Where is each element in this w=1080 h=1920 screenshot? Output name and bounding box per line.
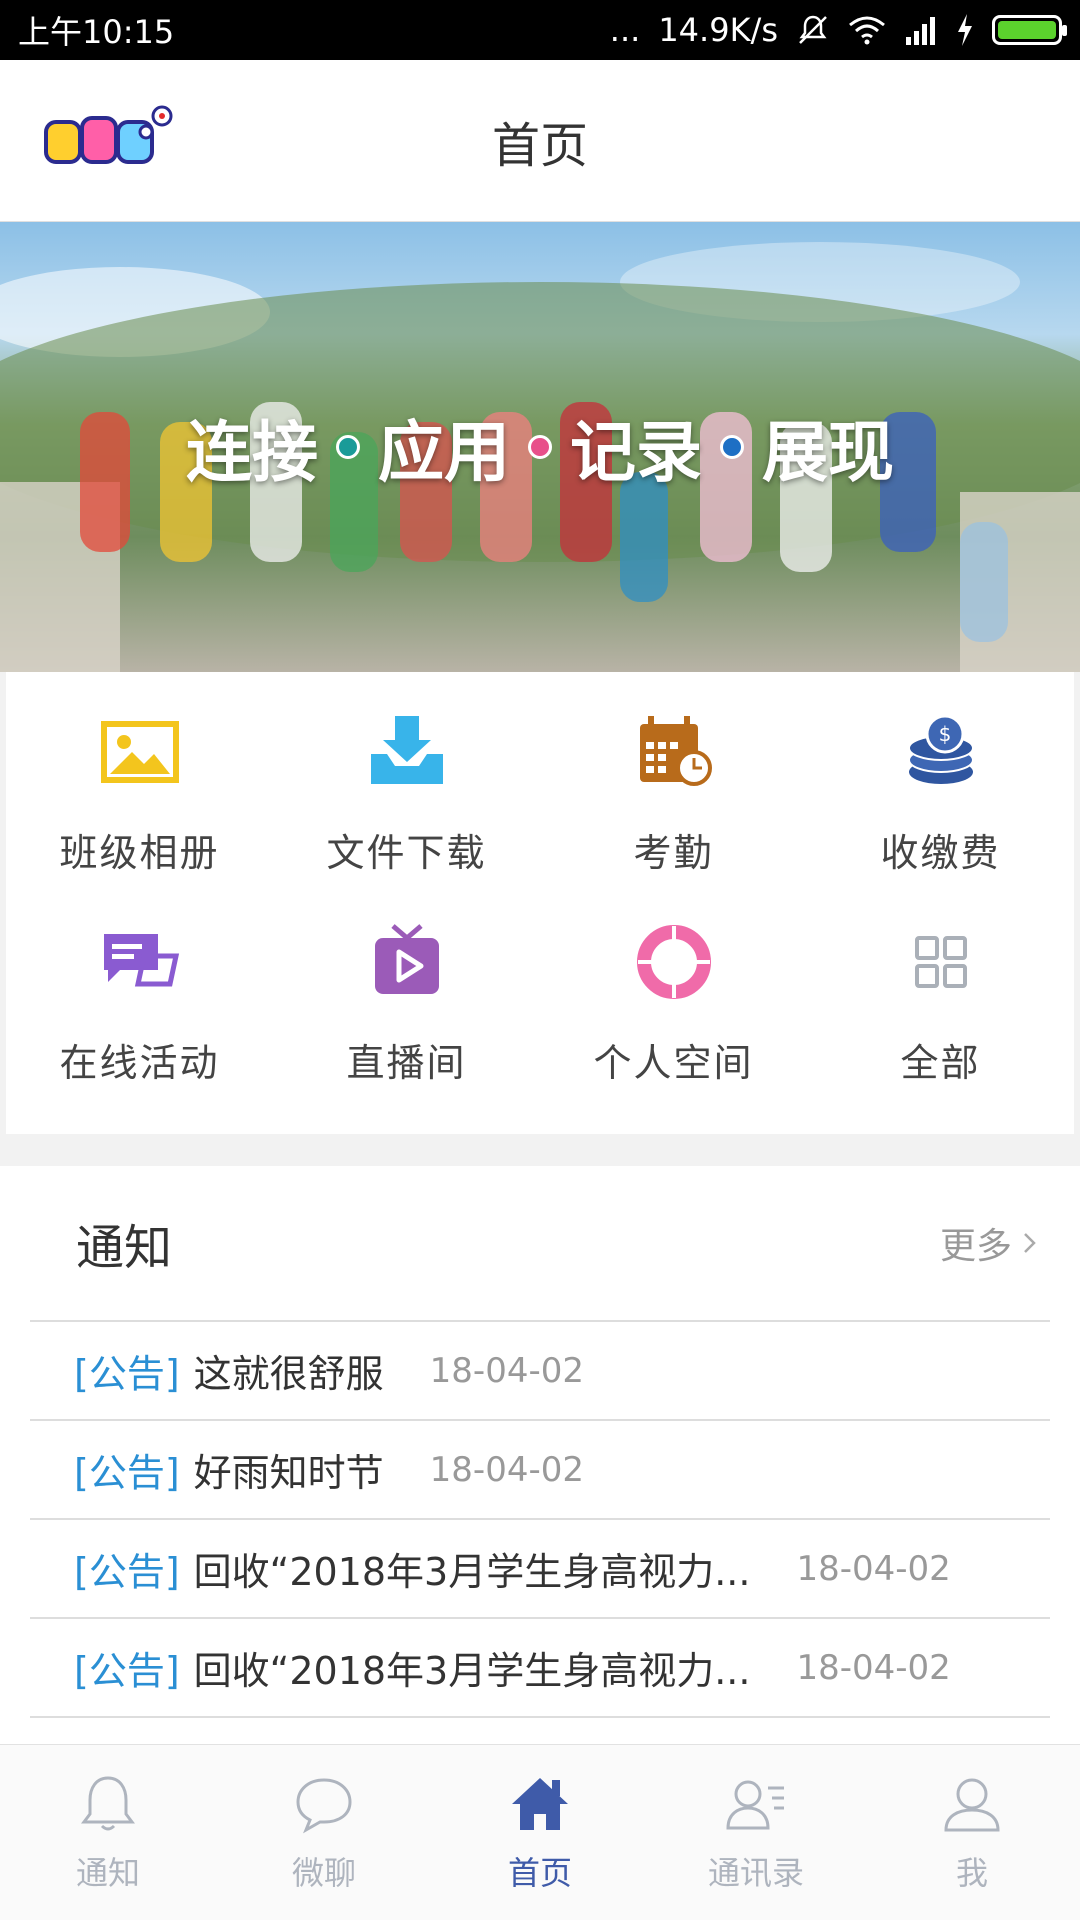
- tab-label: 首页: [507, 1853, 572, 1892]
- chat-bubble-icon: [296, 1777, 352, 1833]
- mute-icon: [799, 15, 827, 44]
- grid-item-attendance[interactable]: 考勤: [540, 694, 807, 904]
- notice-tag: [公告]: [74, 1451, 180, 1495]
- grid-item-live-room[interactable]: 直播间: [273, 904, 540, 1114]
- tab-label: 通讯录: [707, 1853, 804, 1892]
- grid-label: 考勤: [633, 831, 714, 875]
- coins-icon: $: [907, 714, 974, 784]
- slogan-word: 连接: [186, 414, 318, 491]
- tv-play-icon: [374, 924, 439, 994]
- notice-text: 好雨知时节: [193, 1451, 384, 1495]
- grid-item-all[interactable]: 全部: [807, 904, 1074, 1114]
- grid-label: 收缴费: [880, 831, 1001, 875]
- notice-tag: [公告]: [74, 1649, 180, 1693]
- user-icon: [944, 1778, 1000, 1831]
- chevron-right-icon: [1024, 1233, 1036, 1253]
- grid-label: 个人空间: [593, 1041, 754, 1085]
- home-icon: [512, 1777, 568, 1830]
- grid-item-online-activity[interactable]: 在线活动: [6, 904, 273, 1114]
- slogan-word: 记录: [570, 414, 702, 491]
- notice-header: 通知 更多: [30, 1166, 1050, 1322]
- bell-icon: [81, 1775, 135, 1830]
- signal-icon: [906, 17, 935, 45]
- tab-me[interactable]: 我: [864, 1745, 1080, 1920]
- notice-tag: [公告]: [74, 1550, 180, 1594]
- tab-contacts[interactable]: 通讯录: [648, 1745, 864, 1920]
- notice-date: 18-04-02: [429, 1350, 584, 1391]
- notice-date: 18-04-02: [796, 1548, 951, 1589]
- grid-item-personal-space[interactable]: 个人空间: [540, 904, 807, 1114]
- slogan-word: 应用: [378, 414, 510, 491]
- grid-label: 在线活动: [59, 1041, 220, 1085]
- charging-icon: [958, 14, 972, 46]
- notice-title: 通知: [76, 1220, 173, 1276]
- notice-list: [公告] 这就很舒服 18-04-02 [公告] 好雨知时节 18-04-02 …: [30, 1322, 1050, 1718]
- grid-item-class-album[interactable]: 班级相册: [6, 694, 273, 904]
- notice-text: 回收“2018年3月学生身高视力...: [193, 1649, 751, 1693]
- feature-grid: 班级相册 文件下载 考勤 $ 收缴费 在线活动 直播间 个人空间 全部: [6, 672, 1074, 1134]
- more-dots: ...: [609, 11, 641, 49]
- notice-item[interactable]: [公告] 这就很舒服 18-04-02: [30, 1322, 1050, 1421]
- banner-carousel[interactable]: 连接 应用 记录 展现: [0, 222, 1080, 672]
- tab-chat[interactable]: 微聊: [216, 1745, 432, 1920]
- slogan-dot: [336, 435, 360, 459]
- bottom-tab-bar: 通知 微聊 首页 通讯录 我: [0, 1744, 1080, 1920]
- tab-label: 我: [955, 1853, 988, 1892]
- slogan-dot: [528, 435, 552, 459]
- grid-icon: [914, 936, 967, 988]
- wifi-icon: [849, 16, 885, 45]
- notice-date: 18-04-02: [429, 1449, 584, 1490]
- grid-label: 班级相册: [59, 831, 220, 875]
- grid-label: 文件下载: [326, 831, 487, 875]
- download-icon: [370, 716, 443, 784]
- lifebuoy-icon: [636, 925, 711, 999]
- notice-text: 回收“2018年3月学生身高视力...: [193, 1550, 751, 1594]
- page-title: 首页: [491, 117, 588, 174]
- more-label: 更多: [939, 1226, 1012, 1267]
- contacts-icon: [726, 1780, 784, 1829]
- app-header: 首页: [0, 60, 1080, 222]
- notice-tag: [公告]: [74, 1352, 180, 1396]
- battery-icon: [992, 15, 1067, 45]
- app-logo: [44, 105, 173, 164]
- network-speed: 14.9K/s: [658, 11, 778, 49]
- notice-section: 通知 更多 [公告] 这就很舒服 18-04-02 [公告] 好雨知时节 18-…: [0, 1166, 1080, 1744]
- notice-text: 这就很舒服: [193, 1352, 384, 1396]
- status-time: 上午10:15: [18, 13, 175, 51]
- more-link[interactable]: 更多: [940, 1217, 1040, 1269]
- grid-item-payment[interactable]: $ 收缴费: [807, 694, 1074, 904]
- slogan-word: 展现: [762, 414, 894, 491]
- chat-flag-icon: [103, 934, 179, 987]
- status-right: ... 14.9K/s: [609, 11, 1067, 49]
- slogan-dot: [720, 435, 744, 459]
- notice-item[interactable]: [公告] 好雨知时节 18-04-02: [30, 1421, 1050, 1520]
- banner-slogan: 连接 应用 记录 展现: [0, 222, 1080, 672]
- tab-home[interactable]: 首页: [432, 1745, 648, 1920]
- tab-notice[interactable]: 通知: [0, 1745, 216, 1920]
- notice-item[interactable]: [公告] 回收“2018年3月学生身高视力... 18-04-02: [30, 1520, 1050, 1619]
- status-bar: 上午10:15 ... 14.9K/s: [0, 0, 1080, 60]
- grid-label: 直播间: [346, 1041, 467, 1085]
- photo-album-icon: [100, 721, 179, 783]
- grid-label: 全部: [900, 1041, 981, 1085]
- svg-text:$: $: [938, 722, 951, 746]
- notice-date: 18-04-02: [796, 1647, 951, 1688]
- calendar-clock-icon: [639, 716, 712, 786]
- tab-label: 微聊: [291, 1853, 356, 1892]
- notice-item[interactable]: [公告] 回收“2018年3月学生身高视力... 18-04-02: [30, 1619, 1050, 1718]
- grid-item-file-download[interactable]: 文件下载: [273, 694, 540, 904]
- tab-label: 通知: [75, 1853, 140, 1892]
